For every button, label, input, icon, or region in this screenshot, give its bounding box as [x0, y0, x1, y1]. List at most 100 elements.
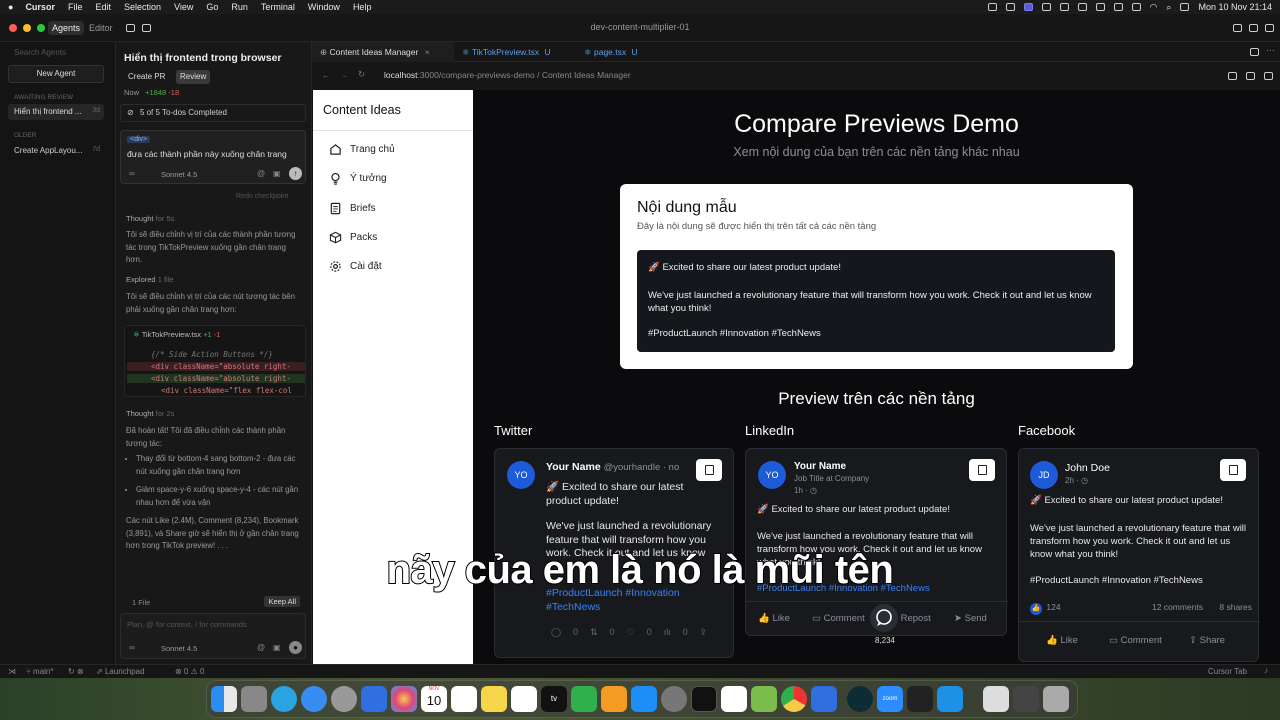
sidebar-item-ideas[interactable]: Ý tưởng: [329, 170, 387, 186]
copy-button[interactable]: [969, 459, 995, 481]
menu-window[interactable]: Window: [308, 2, 340, 12]
zoom-icon[interactable]: zoom: [877, 686, 903, 712]
control-center-icon[interactable]: [1180, 3, 1190, 11]
like-button[interactable]: 👍 Like: [1046, 635, 1078, 646]
chat-input[interactable]: Plan, @ for context, / for commands ∞ So…: [120, 613, 306, 659]
launchpad-icon[interactable]: [241, 686, 267, 712]
document-icon[interactable]: [1013, 686, 1039, 712]
image-icon[interactable]: ▣: [273, 643, 281, 652]
sidebar-item-settings[interactable]: Cài đặt: [329, 258, 382, 274]
model-selector[interactable]: Sonnet 4.5: [161, 170, 197, 179]
mode-selector[interactable]: ∞: [129, 169, 135, 178]
comment-button[interactable]: ▭ Comment: [812, 613, 865, 624]
cursor-like-icon[interactable]: [847, 686, 873, 712]
docker-icon[interactable]: [937, 686, 963, 712]
document-icon[interactable]: [983, 686, 1009, 712]
layout-icon[interactable]: [1249, 24, 1258, 32]
sidebar-item-briefs[interactable]: Briefs: [329, 200, 376, 216]
keep-all-button[interactable]: Keep All: [264, 596, 300, 607]
image-icon[interactable]: ▣: [273, 169, 281, 178]
browser-action-icon[interactable]: [1264, 72, 1273, 80]
trash-icon[interactable]: [1043, 686, 1069, 712]
like-button[interactable]: 👍 Like: [758, 613, 790, 624]
menubar-clock[interactable]: Mon 10 Nov 21:14: [1198, 2, 1272, 12]
chrome-icon[interactable]: [781, 686, 807, 712]
close-icon[interactable]: ×: [425, 47, 430, 57]
url-field[interactable]: localhost:3000/compare-previews-demo / C…: [384, 70, 631, 80]
copy-button[interactable]: [696, 459, 722, 481]
editor-app-icon[interactable]: [751, 686, 777, 712]
apple-icon[interactable]: ●: [8, 2, 13, 12]
status-icon[interactable]: [1131, 3, 1141, 11]
send-button[interactable]: ➤ Send: [954, 613, 987, 624]
agent-item-awaiting[interactable]: Hiển thị frontend ... 3d: [8, 104, 104, 120]
reminders-icon[interactable]: [451, 686, 477, 712]
at-icon[interactable]: @: [257, 643, 265, 652]
editor-mode-toggle[interactable]: Editor: [89, 21, 113, 35]
close-window-button[interactable]: [9, 24, 17, 32]
wifi-icon[interactable]: ◠: [1150, 2, 1158, 13]
todos-status[interactable]: ⊘ 5 of 5 To-dos Completed: [120, 104, 306, 122]
menu-help[interactable]: Help: [353, 2, 372, 12]
notification-icon[interactable]: ♪: [1264, 666, 1268, 675]
app-store-icon[interactable]: [631, 686, 657, 712]
sync-icon[interactable]: ↻ ⊗: [68, 667, 84, 676]
status-icon[interactable]: [1113, 3, 1123, 11]
new-agent-button[interactable]: New Agent: [8, 65, 104, 83]
notion-icon[interactable]: [721, 686, 747, 712]
status-icon[interactable]: [1059, 3, 1069, 11]
zoom-window-button[interactable]: [37, 24, 45, 32]
menu-selection[interactable]: Selection: [124, 2, 161, 12]
more-icon[interactable]: ⋯: [1266, 45, 1275, 56]
menu-app[interactable]: Cursor: [25, 2, 55, 12]
grammarly-icon[interactable]: [331, 686, 357, 712]
thought-label[interactable]: Thought for 5s: [126, 214, 174, 223]
tab-content-ideas-manager[interactable]: ⊕ Content Ideas Manager ×: [312, 42, 454, 62]
safari-icon[interactable]: [301, 686, 327, 712]
finder-icon[interactable]: [211, 686, 237, 712]
sidebar-item-packs[interactable]: Packs: [329, 229, 377, 245]
calendar-icon[interactable]: NOV 10: [421, 686, 447, 712]
problems-indicator[interactable]: ⊗ 0 ⚠ 0: [175, 667, 204, 676]
search-icon[interactable]: ⌕: [1166, 2, 1171, 13]
tab-page[interactable]: ⚛ page.tsx U: [576, 42, 646, 62]
status-icon[interactable]: [1023, 3, 1033, 11]
mode-selector[interactable]: ∞: [129, 643, 135, 652]
comment-button[interactable]: ▭ Comment: [1109, 635, 1162, 646]
status-icon[interactable]: [1095, 3, 1105, 11]
system-settings-icon[interactable]: [661, 686, 687, 712]
diff-block[interactable]: ⚛ TikTokPreview.tsx +1 -1 {/* Side Actio…: [124, 325, 306, 397]
mic-icon[interactable]: ●: [289, 641, 302, 654]
terminal-icon[interactable]: [691, 686, 717, 712]
status-icon[interactable]: [1005, 3, 1015, 11]
browser-action-icon[interactable]: [1228, 72, 1237, 80]
app-icon[interactable]: [811, 686, 837, 712]
search-agents-input[interactable]: Search Agents: [8, 46, 108, 60]
app-brand[interactable]: Content Ideas: [323, 103, 401, 117]
numbers-icon[interactable]: [571, 686, 597, 712]
layout-icon[interactable]: [1233, 24, 1242, 32]
menu-terminal[interactable]: Terminal: [261, 2, 295, 12]
remote-icon[interactable]: ⋊: [8, 667, 16, 676]
send-icon[interactable]: ↑: [289, 167, 302, 180]
cursor-tab-indicator[interactable]: Cursor Tab: [1208, 667, 1247, 676]
menu-view[interactable]: View: [174, 2, 193, 12]
files-bar[interactable]: 1 File Keep All: [124, 595, 306, 611]
heart-icon[interactable]: ♡: [627, 627, 635, 638]
panel-toggle-icon[interactable]: [142, 24, 151, 32]
menu-go[interactable]: Go: [206, 2, 218, 12]
sidebar-item-home[interactable]: Trang chủ: [329, 141, 395, 157]
views-icon[interactable]: ılı: [664, 627, 671, 638]
minimize-window-button[interactable]: [23, 24, 31, 32]
pages-icon[interactable]: [601, 686, 627, 712]
menu-edit[interactable]: Edit: [95, 2, 111, 12]
browser-action-icon[interactable]: [1246, 72, 1255, 80]
cursor-icon[interactable]: [907, 686, 933, 712]
forward-icon[interactable]: →: [340, 70, 349, 80]
status-icon[interactable]: [987, 3, 997, 11]
launchpad-indicator[interactable]: ⇗ Launchpad: [96, 667, 145, 676]
sidebar-toggle-icon[interactable]: [126, 24, 135, 32]
retweet-icon[interactable]: ⇅: [590, 627, 598, 638]
status-icon[interactable]: [1041, 3, 1051, 11]
user-message-box[interactable]: <div> đưa các thành phần này xuống chân …: [120, 130, 306, 184]
